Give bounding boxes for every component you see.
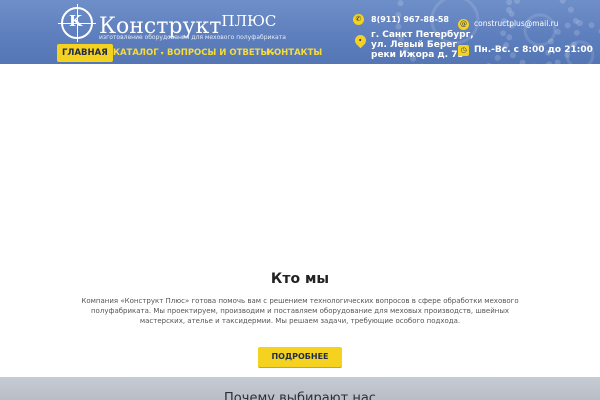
phone-number[interactable]: 8(911) 967-88-58 <box>371 15 449 24</box>
phone-icon: ✆ <box>353 14 364 25</box>
nav-item-faq[interactable]: ВОПРОСЫ И ОТВЕТЫ ▾ <box>167 44 274 62</box>
clock-icon: ◷ <box>458 45 469 56</box>
map-pin-icon: • <box>352 32 369 49</box>
logo-tagline: изготовление оборудования для мехового п… <box>99 34 286 41</box>
nav-item-contacts[interactable]: КОНТАКТЫ <box>267 44 322 62</box>
working-hours: Пн.-Вс. с 8:00 до 21:00 <box>474 45 593 55</box>
mail-icon: @ <box>458 19 469 30</box>
about-text: Компания «Конструкт Плюс» готова помочь … <box>81 297 519 325</box>
why-us-title: Почему выбирают нас <box>224 391 376 400</box>
chevron-down-icon: ▾ <box>160 50 164 57</box>
email-link[interactable]: constructplus@mail.ru <box>474 19 559 28</box>
about-title: Кто мы <box>270 271 330 287</box>
logo-icon[interactable]: K <box>58 4 96 42</box>
logo-glyph: K <box>69 12 83 30</box>
address-line: г. Санкт Петербург, <box>371 30 474 40</box>
nav-item-catalog[interactable]: КАТАЛОГ ▾ <box>113 44 164 62</box>
why-us-section: Почему выбирают нас <box>0 377 600 400</box>
nav-item-home[interactable]: ГЛАВНАЯ <box>57 44 113 62</box>
more-button[interactable]: ПОДРОБНЕЕ <box>258 347 342 367</box>
site-header: K КонструктПЛЮС изготовление оборудовани… <box>0 0 600 64</box>
